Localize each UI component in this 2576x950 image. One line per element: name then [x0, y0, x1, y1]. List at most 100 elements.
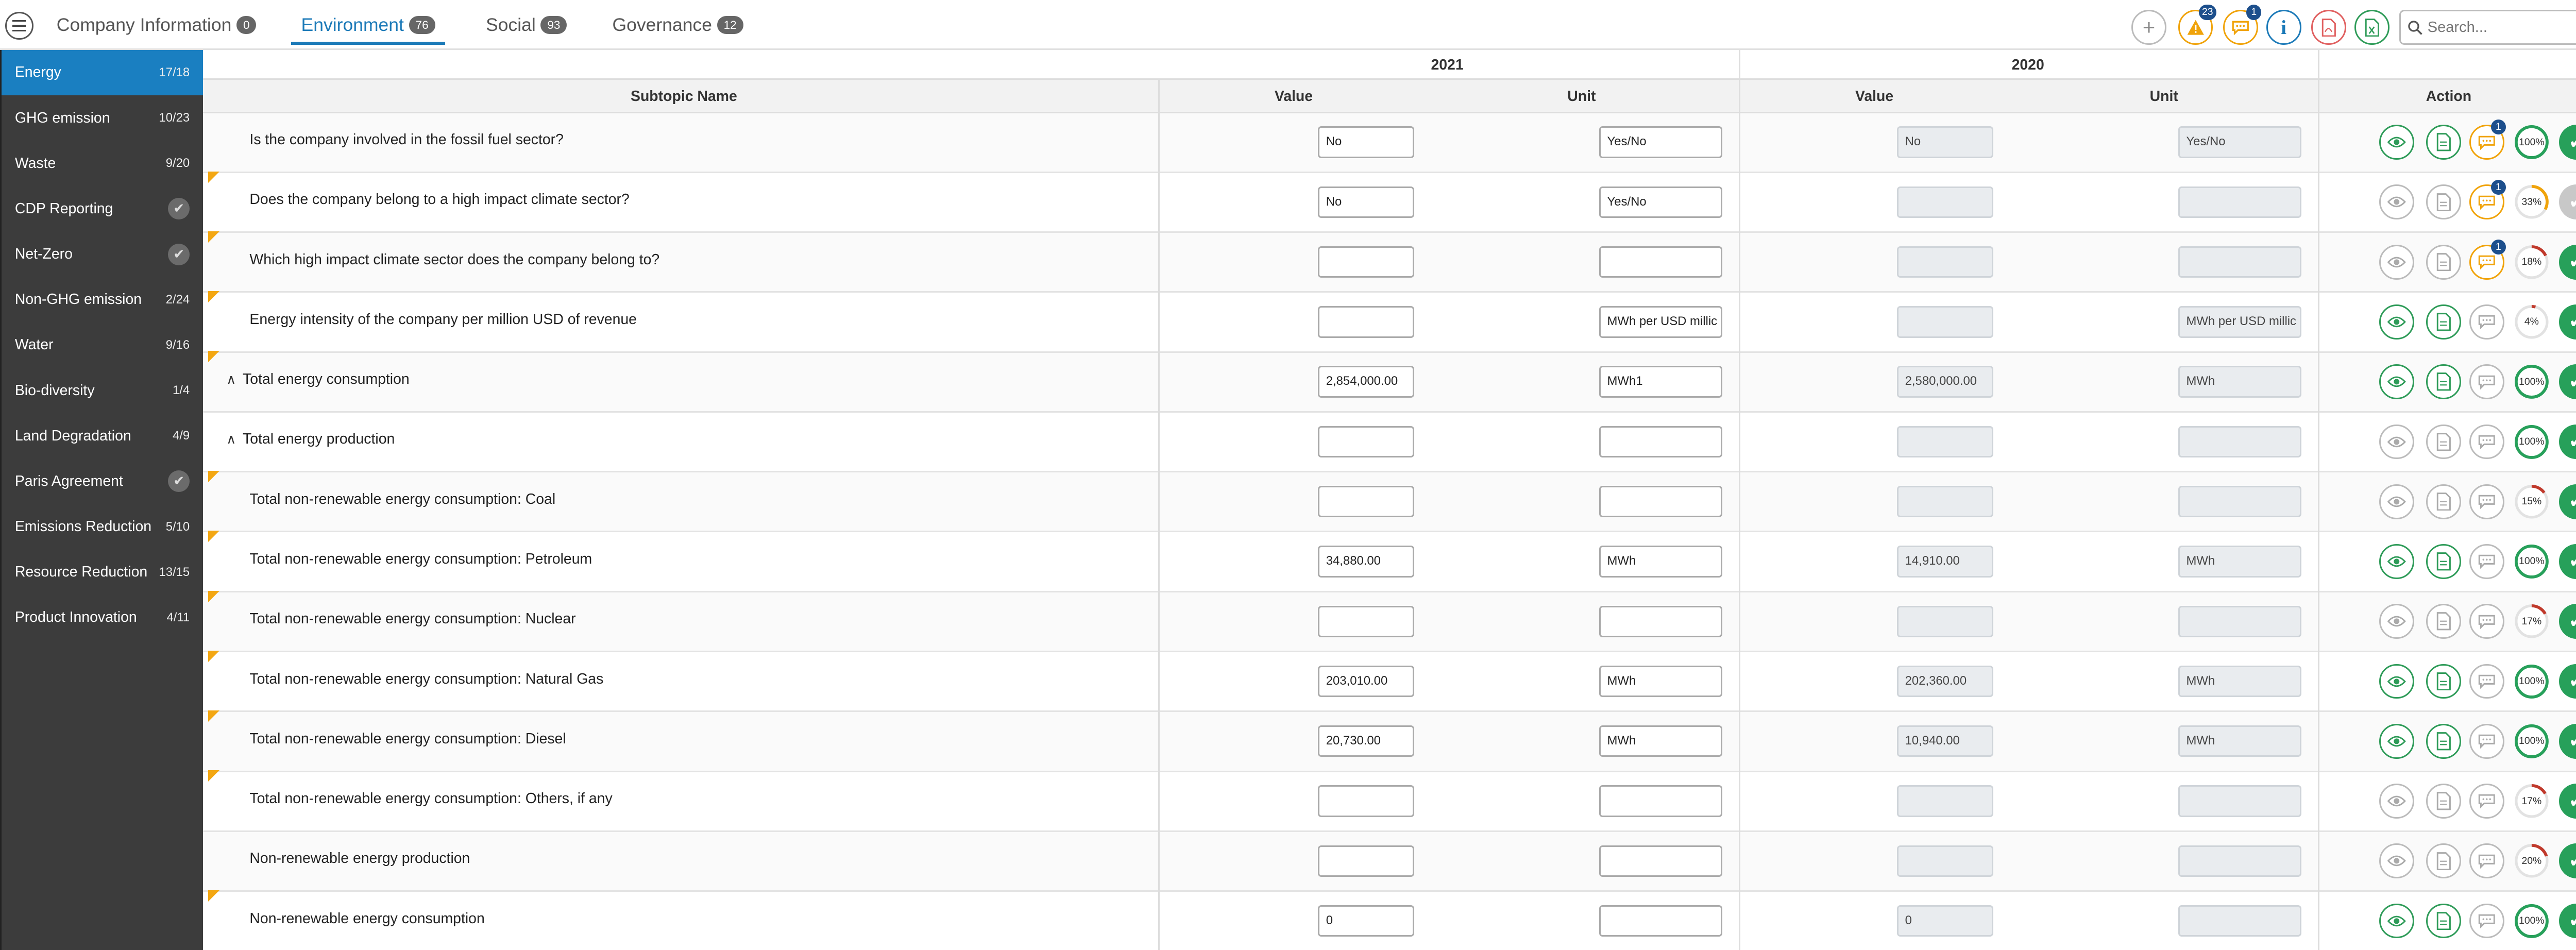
view-button[interactable]: [2379, 304, 2415, 340]
comment-button[interactable]: [2469, 604, 2504, 639]
info-button[interactable]: i: [2266, 10, 2301, 45]
document-button[interactable]: [2426, 244, 2461, 280]
document-button[interactable]: [2426, 843, 2461, 879]
unit-2021-input[interactable]: Yes/No: [1599, 186, 1722, 218]
sidebar-item[interactable]: Water 9/16: [2, 323, 203, 368]
value-2021-input[interactable]: 34,880.00: [1317, 546, 1415, 578]
tab-social[interactable]: Social 93: [486, 0, 567, 50]
sidebar-item[interactable]: Product Innovation 4/11: [2, 595, 203, 640]
sidebar-item[interactable]: GHG emission 10/23: [2, 95, 203, 141]
view-button[interactable]: [2379, 723, 2415, 759]
sidebar-item[interactable]: CDP Reporting ✔: [2, 186, 203, 231]
chevron-up-icon[interactable]: ∧: [226, 432, 236, 447]
comment-button[interactable]: [2469, 723, 2504, 759]
unit-2021-input[interactable]: MWh: [1599, 725, 1722, 757]
comment-button[interactable]: [2469, 664, 2504, 699]
export-excel-button[interactable]: [2354, 10, 2389, 45]
document-button[interactable]: [2426, 544, 2461, 579]
sidebar-item[interactable]: Resource Reduction 13/15: [2, 550, 203, 595]
approve-button[interactable]: ✔: [2559, 125, 2576, 160]
value-2021-input[interactable]: [1317, 246, 1415, 278]
document-button[interactable]: [2426, 723, 2461, 759]
view-button[interactable]: [2379, 364, 2415, 400]
value-2021-input[interactable]: [1317, 306, 1415, 338]
comments-button[interactable]: 1: [2223, 5, 2262, 45]
value-2021-input[interactable]: [1317, 486, 1415, 518]
document-button[interactable]: [2426, 125, 2461, 160]
view-button[interactable]: [2379, 604, 2415, 639]
value-2021-input[interactable]: [1317, 605, 1415, 637]
value-2021-input[interactable]: [1317, 785, 1415, 817]
sidebar-item[interactable]: Waste 9/20: [2, 141, 203, 186]
view-button[interactable]: [2379, 184, 2415, 220]
value-2021-input[interactable]: 203,010.00: [1317, 665, 1415, 698]
document-button[interactable]: [2426, 184, 2461, 220]
comment-button[interactable]: [2469, 544, 2504, 579]
view-button[interactable]: [2379, 125, 2415, 160]
document-button[interactable]: [2426, 903, 2461, 939]
unit-2021-input[interactable]: [1599, 246, 1722, 278]
unit-2021-input[interactable]: MWh: [1599, 665, 1722, 698]
add-button[interactable]: +: [2131, 10, 2166, 45]
approve-button[interactable]: ✔: [2559, 723, 2576, 759]
comment-button[interactable]: 1: [2469, 120, 2506, 160]
document-button[interactable]: [2426, 604, 2461, 639]
document-button[interactable]: [2426, 784, 2461, 819]
sidebar-item[interactable]: Bio-diversity 1/4: [2, 368, 203, 413]
unit-2021-input[interactable]: MWh per USD millic: [1599, 306, 1722, 338]
view-button[interactable]: [2379, 244, 2415, 280]
sidebar-item[interactable]: Energy 17/18: [2, 49, 203, 96]
approve-button[interactable]: ✔: [2559, 544, 2576, 579]
comment-button[interactable]: [2469, 424, 2504, 460]
unit-2021-input[interactable]: [1599, 486, 1722, 518]
view-button[interactable]: [2379, 544, 2415, 579]
value-2021-input[interactable]: [1317, 426, 1415, 458]
value-2021-input[interactable]: 2,854,000.00: [1317, 366, 1415, 398]
view-button[interactable]: [2379, 664, 2415, 699]
comment-button[interactable]: [2469, 364, 2504, 400]
view-button[interactable]: [2379, 424, 2415, 460]
document-button[interactable]: [2426, 364, 2461, 400]
approve-button[interactable]: ✔: [2559, 784, 2576, 819]
document-button[interactable]: [2426, 304, 2461, 340]
sidebar-item[interactable]: Paris Agreement ✔: [2, 459, 203, 504]
sidebar-item[interactable]: Land Degradation 4/9: [2, 413, 203, 459]
unit-2021-input[interactable]: Yes/No: [1599, 126, 1722, 158]
value-2021-input[interactable]: [1317, 845, 1415, 877]
export-pdf-button[interactable]: [2311, 10, 2346, 45]
comment-button[interactable]: [2469, 903, 2504, 939]
value-2021-input[interactable]: 0: [1317, 905, 1415, 937]
view-button[interactable]: [2379, 784, 2415, 819]
view-button[interactable]: [2379, 903, 2415, 939]
approve-button[interactable]: ✔: [2559, 184, 2576, 220]
document-button[interactable]: [2426, 484, 2461, 519]
value-2021-input[interactable]: No: [1317, 126, 1415, 158]
unit-2021-input[interactable]: [1599, 426, 1722, 458]
comment-button[interactable]: [2469, 484, 2504, 519]
approve-button[interactable]: ✔: [2559, 484, 2576, 519]
sidebar-item[interactable]: Non-GHG emission 2/24: [2, 277, 203, 323]
document-button[interactable]: [2426, 424, 2461, 460]
unit-2021-input[interactable]: MWh1: [1599, 366, 1722, 398]
value-2021-input[interactable]: No: [1317, 186, 1415, 218]
unit-2021-input[interactable]: [1599, 845, 1722, 877]
alerts-button[interactable]: 23: [2178, 5, 2217, 45]
comment-button[interactable]: [2469, 784, 2504, 819]
unit-2021-input[interactable]: [1599, 785, 1722, 817]
approve-button[interactable]: ✔: [2559, 304, 2576, 340]
document-button[interactable]: [2426, 664, 2461, 699]
view-button[interactable]: [2379, 484, 2415, 519]
value-2021-input[interactable]: 20,730.00: [1317, 725, 1415, 757]
view-button[interactable]: [2379, 843, 2415, 879]
comment-button[interactable]: [2469, 843, 2504, 879]
menu-icon[interactable]: [5, 11, 33, 40]
unit-2021-input[interactable]: [1599, 905, 1722, 937]
comment-button[interactable]: 1: [2469, 179, 2506, 220]
approve-button[interactable]: ✔: [2559, 244, 2576, 280]
approve-button[interactable]: ✔: [2559, 903, 2576, 939]
search-input[interactable]: [2427, 19, 2576, 36]
approve-button[interactable]: ✔: [2559, 364, 2576, 400]
approve-button[interactable]: ✔: [2559, 424, 2576, 460]
unit-2021-input[interactable]: MWh: [1599, 546, 1722, 578]
approve-button[interactable]: ✔: [2559, 664, 2576, 699]
